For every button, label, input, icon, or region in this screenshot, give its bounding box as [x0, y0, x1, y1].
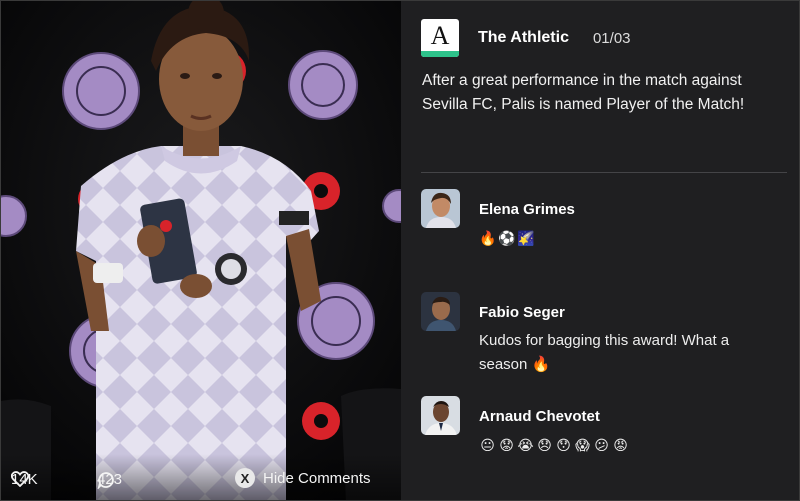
comment-bubble-icon [97, 472, 114, 489]
fire-emoji: 🔥 [479, 230, 497, 246]
comment-item: Elena Grimes 🔥 ⚽ 🌠 [421, 189, 781, 249]
comment-text: 😐 😟 😭 😞 😯 😱 😕 😡 [479, 433, 779, 457]
emoji-row: 🔥 ⚽ 🌠 [479, 226, 779, 250]
the-athletic-logo: A [421, 19, 459, 57]
emoji-row: 😐 😟 😭 😞 😯 😱 😕 😡 [479, 433, 779, 457]
crying-face-emoji: 😭 [517, 437, 534, 453]
comments-count[interactable]: 423 [97, 471, 122, 489]
avatar [421, 396, 460, 435]
comment-item: Fabio Seger Kudos for bagging this award… [421, 292, 781, 382]
likes-count[interactable]: 14K [11, 471, 38, 488]
comment-text: 🔥 ⚽ 🌠 [479, 226, 779, 250]
post-body-text: After a great performance in the match a… [422, 72, 745, 113]
logo-letter: A [430, 21, 450, 50]
hide-comments-label: Hide Comments [263, 469, 371, 487]
shooting-star-emoji: 🌠 [517, 230, 535, 246]
post-panel: A The Athletic 01/03 After a great perfo… [401, 1, 799, 500]
post-source: The Athletic [478, 29, 569, 46]
neutral-face-emoji: 😐 [480, 437, 495, 453]
comment-author: Arnaud Chevotet [479, 408, 600, 425]
divider [421, 172, 787, 173]
avatar [421, 292, 460, 331]
confused-face-emoji: 😕 [594, 437, 609, 453]
comment-item: Arnaud Chevotet 😐 😟 😭 😞 😯 😱 😕 😡 [421, 396, 781, 466]
hide-comments-button[interactable]: X Hide Comments [235, 468, 371, 488]
logo-accent-bar [421, 51, 459, 57]
player-photo: 14K 423 X Hide Comments [1, 1, 401, 500]
screaming-face-emoji: 😱 [575, 437, 590, 453]
post-header: A The Athletic 01/03 [421, 19, 631, 57]
photo-illustration [1, 1, 401, 500]
user-avatar-elena [421, 189, 460, 228]
player-of-match-screen: 14K 423 X Hide Comments A The Athletic 0… [0, 0, 800, 501]
surprised-face-emoji: 😯 [556, 437, 571, 453]
worried-face-emoji: 😟 [499, 437, 514, 453]
post-counter: 01/03 [592, 29, 631, 47]
comment-text: Kudos for bagging this award! What a sea… [479, 332, 730, 373]
avatar [421, 189, 460, 228]
user-avatar-arnaud [421, 396, 460, 435]
disappointed-face-emoji: 😞 [537, 437, 552, 453]
comment-author: Elena Grimes [479, 201, 575, 218]
x-button-icon: X [235, 468, 255, 488]
comment-author: Fabio Seger [479, 304, 565, 321]
user-avatar-fabio [421, 292, 460, 331]
soccer-ball-emoji: ⚽ [498, 230, 516, 246]
angry-face-emoji: 😡 [613, 437, 628, 453]
heart-icon [11, 471, 29, 487]
